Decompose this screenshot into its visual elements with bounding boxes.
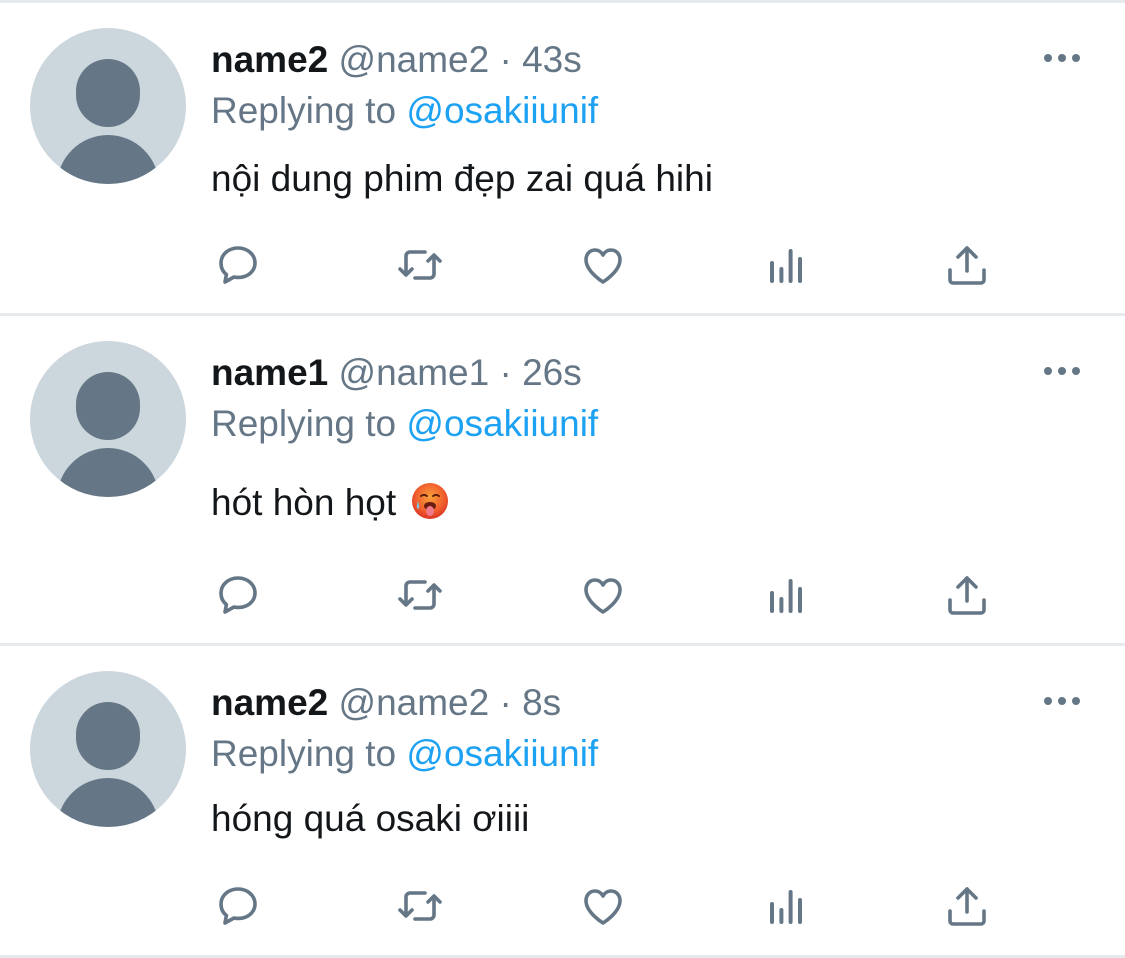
share-icon[interactable] — [937, 565, 997, 625]
display-name[interactable]: name2 — [211, 682, 328, 723]
tweet-1[interactable]: name2 @name2 · 43s Replying to @osakiiun… — [0, 3, 1125, 313]
tweet-text-body: hót hòn họt — [211, 482, 397, 523]
avatar-head — [76, 59, 140, 127]
avatar[interactable] — [30, 671, 186, 827]
reply-icon[interactable] — [208, 876, 268, 936]
analytics-icon[interactable] — [756, 235, 816, 295]
handle[interactable]: @name2 — [339, 682, 490, 723]
reply-icon[interactable] — [208, 235, 268, 295]
tweet-text-body: hóng quá osaki ơiiii — [211, 798, 530, 839]
more-icon[interactable] — [1040, 43, 1084, 73]
avatar-head — [76, 702, 140, 770]
more-icon[interactable] — [1040, 686, 1084, 716]
replying-to: Replying to @osakiiunif — [211, 89, 598, 133]
tweet-header: name1 @name1 · 26s — [211, 351, 582, 395]
tweet-header: name2 @name2 · 8s — [211, 681, 561, 725]
separator: · — [499, 682, 512, 723]
handle[interactable]: @name2 — [339, 39, 490, 80]
replying-mention[interactable]: @osakiiunif — [406, 733, 598, 774]
heart-icon[interactable] — [573, 235, 633, 295]
tweet-text: nội dung phim đẹp zai quá hihi — [211, 156, 713, 202]
replying-mention[interactable]: @osakiiunif — [406, 90, 598, 131]
avatar-body — [57, 448, 159, 497]
retweet-icon[interactable] — [390, 235, 450, 295]
hot-face-emoji — [410, 481, 450, 521]
action-bar — [0, 565, 1125, 625]
timestamp[interactable]: 26s — [522, 352, 582, 393]
heart-icon[interactable] — [573, 565, 633, 625]
replying-prefix: Replying to — [211, 403, 397, 444]
action-bar — [0, 876, 1125, 936]
timestamp[interactable]: 8s — [522, 682, 561, 723]
separator: · — [499, 39, 512, 80]
handle[interactable]: @name1 — [339, 352, 490, 393]
tweet-header: name2 @name2 · 43s — [211, 38, 582, 82]
display-name[interactable]: name1 — [211, 352, 328, 393]
avatar-body — [57, 778, 159, 827]
tweet-feed: name2 @name2 · 43s Replying to @osakiiun… — [0, 0, 1125, 958]
replying-prefix: Replying to — [211, 733, 397, 774]
tweet-2[interactable]: name1 @name1 · 26s Replying to @osakiiun… — [0, 316, 1125, 626]
avatar-body — [57, 135, 159, 184]
retweet-icon[interactable] — [390, 876, 450, 936]
share-icon[interactable] — [937, 235, 997, 295]
action-bar — [0, 235, 1125, 295]
share-icon[interactable] — [937, 876, 997, 936]
analytics-icon[interactable] — [756, 876, 816, 936]
more-icon[interactable] — [1040, 356, 1084, 386]
tweet-3[interactable]: name2 @name2 · 8s Replying to @osakiiuni… — [0, 646, 1125, 956]
replying-to: Replying to @osakiiunif — [211, 732, 598, 776]
replying-prefix: Replying to — [211, 90, 397, 131]
tweet-text-body: nội dung phim đẹp zai quá hihi — [211, 158, 713, 199]
reply-icon[interactable] — [208, 565, 268, 625]
tweet-text: hóng quá osaki ơiiii — [211, 796, 529, 842]
retweet-icon[interactable] — [390, 565, 450, 625]
avatar[interactable] — [30, 341, 186, 497]
avatar[interactable] — [30, 28, 186, 184]
analytics-icon[interactable] — [756, 565, 816, 625]
display-name[interactable]: name2 — [211, 39, 328, 80]
replying-to: Replying to @osakiiunif — [211, 402, 598, 446]
avatar-head — [76, 372, 140, 440]
timestamp[interactable]: 43s — [522, 39, 582, 80]
separator: · — [499, 352, 512, 393]
replying-mention[interactable]: @osakiiunif — [406, 403, 598, 444]
tweet-text: hót hòn họt — [211, 480, 450, 526]
heart-icon[interactable] — [573, 876, 633, 936]
